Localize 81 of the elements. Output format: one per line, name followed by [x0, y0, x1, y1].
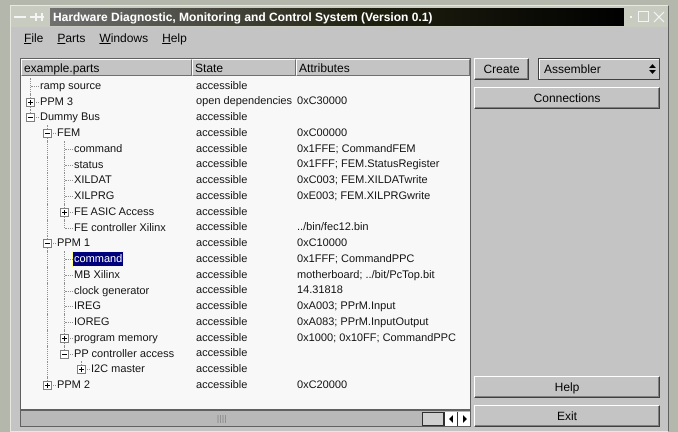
attributes-cell: 0x1FFF; FEM.StatusRegister: [297, 158, 440, 170]
tree-item[interactable]: command: [73, 252, 124, 266]
attributes-cell: motherboard; ../bit/PcTop.bit: [297, 268, 435, 281]
tree-item[interactable]: PPM 3: [39, 94, 74, 109]
state-cell: accessible: [196, 268, 248, 281]
state-cell: accessible: [196, 126, 248, 139]
tree-item[interactable]: FE controller Xilinx: [73, 220, 167, 235]
tree-item[interactable]: PPM 1: [56, 236, 92, 250]
tree-item[interactable]: XILDAT: [73, 173, 113, 188]
tree-item[interactable]: FEM: [56, 126, 82, 140]
tree-item[interactable]: ramp source: [39, 78, 102, 93]
menu-item[interactable]: Parts: [57, 29, 86, 47]
minus-icon[interactable]: [43, 129, 52, 138]
tree-item[interactable]: MB Xilinx: [73, 268, 121, 282]
tree-item[interactable]: Dummy Bus: [39, 110, 101, 124]
state-cell: accessible: [196, 252, 248, 265]
minus-icon[interactable]: [26, 113, 35, 122]
connections-button[interactable]: Connections: [474, 87, 660, 109]
attributes-cell: ../bin/fec12.bin: [297, 221, 369, 234]
help-button[interactable]: Help: [474, 376, 660, 398]
state-cell: accessible: [196, 316, 248, 328]
state-cell: accessible: [196, 206, 248, 218]
state-cell: accessible: [196, 221, 248, 234]
tree-item[interactable]: command: [73, 142, 124, 156]
attributes-cell: 0x1FFF; CommandPPC: [297, 252, 414, 265]
tree-item[interactable]: FE ASIC Access: [73, 204, 156, 219]
state-cell: accessible: [196, 363, 248, 376]
column-header[interactable]: example.parts: [21, 59, 192, 76]
menu-item[interactable]: File: [24, 29, 44, 47]
state-cell: accessible: [196, 111, 248, 124]
exit-button[interactable]: Exit: [474, 405, 660, 427]
tree-item[interactable]: IOREG: [73, 315, 110, 330]
menu-item[interactable]: Help: [162, 29, 187, 47]
tree-item[interactable]: I2C master: [90, 362, 146, 376]
grip-icon[interactable]: [217, 414, 226, 422]
attributes-cell: 0xC003; FEM.XILDATwrite: [297, 174, 428, 186]
horizontal-scrollbar[interactable]: [20, 410, 471, 427]
plus-icon[interactable]: [77, 365, 86, 374]
tree-item[interactable]: PP controller access: [73, 346, 176, 361]
attributes-cell: 14.31818: [297, 284, 343, 296]
state-cell: accessible: [196, 378, 248, 391]
up-down-icon: [649, 64, 656, 74]
column-header[interactable]: Attributes: [296, 59, 470, 76]
column-header[interactable]: State: [192, 59, 296, 76]
tree-item[interactable]: program memory: [73, 330, 159, 345]
attributes-cell: 0xC30000: [297, 95, 348, 108]
create-button[interactable]: Create: [474, 58, 529, 80]
minus-icon[interactable]: [43, 239, 52, 248]
scrollbar-thumb[interactable]: [422, 412, 444, 426]
attributes-cell: 0x1000; 0x10FF; CommandPPC: [297, 332, 456, 344]
state-cell: accessible: [196, 300, 248, 312]
plus-icon[interactable]: [43, 381, 52, 390]
tree-item[interactable]: XILPRG: [73, 189, 116, 204]
state-cell: accessible: [196, 237, 248, 250]
menu-item[interactable]: Windows: [99, 29, 148, 47]
state-cell: accessible: [196, 332, 248, 344]
attributes-cell: 0xC00000: [297, 126, 348, 139]
window-title: Hardware Diagnostic, Monitoring and Control System (Version 0.1): [53, 8, 432, 26]
attributes-cell: 0xC10000: [297, 237, 348, 250]
state-cell: accessible: [196, 142, 248, 155]
tree-item[interactable]: IREG: [73, 299, 102, 314]
state-cell: accessible: [196, 158, 248, 170]
state-cell: accessible: [196, 174, 248, 186]
attributes-cell: 0x1FFE; CommandFEM: [297, 142, 416, 155]
tree-item[interactable]: PPM 2: [56, 378, 92, 392]
state-cell: accessible: [196, 284, 248, 296]
attributes-cell: 0xE003; FEM.XILPRGwrite: [297, 190, 430, 202]
attributes-cell: 0xA083; PPrM.InputOutput: [297, 316, 428, 328]
state-cell: accessible: [196, 190, 248, 202]
tree-item[interactable]: clock generator: [73, 284, 150, 298]
state-cell: open dependencies: [196, 95, 292, 108]
tree-item[interactable]: status: [73, 158, 104, 172]
minus-icon[interactable]: [60, 350, 69, 359]
attributes-cell: 0xA003; PPrM.Input: [297, 300, 396, 312]
plus-icon[interactable]: [26, 98, 35, 107]
state-cell: accessible: [196, 347, 248, 360]
state-cell: accessible: [196, 80, 248, 92]
assembler-select[interactable]: Assembler: [538, 58, 660, 80]
plus-icon[interactable]: [60, 334, 69, 343]
plus-icon[interactable]: [60, 208, 69, 217]
attributes-cell: 0xC20000: [297, 378, 348, 391]
